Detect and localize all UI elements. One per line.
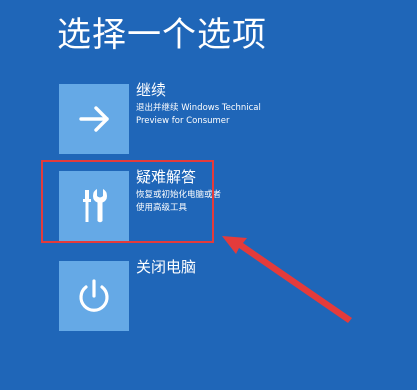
- troubleshoot-tile[interactable]: [59, 171, 129, 241]
- shutdown-option[interactable]: 关闭电脑: [59, 258, 309, 335]
- recovery-screen: 选择一个选项 继续 退出并继续 Windows Technical Previe…: [0, 0, 417, 390]
- tools-icon: [83, 189, 107, 223]
- continue-description: 退出并继续 Windows Technical Preview for Cons…: [136, 103, 261, 126]
- continue-option[interactable]: 继续 退出并继续 Windows Technical Preview for C…: [59, 81, 309, 158]
- troubleshoot-title: 疑难解答: [136, 168, 197, 186]
- arrow-right-icon: [79, 106, 109, 132]
- shutdown-title: 关闭电脑: [136, 258, 197, 276]
- continue-tile[interactable]: [59, 84, 129, 154]
- troubleshoot-description: 恢复或初始化电脑或者使用高级工具: [136, 190, 222, 213]
- shutdown-tile[interactable]: [59, 261, 129, 331]
- troubleshoot-option[interactable]: 疑难解答 恢复或初始化电脑或者使用高级工具: [59, 168, 309, 245]
- power-icon: [79, 279, 109, 312]
- page-title: 选择一个选项: [57, 15, 267, 55]
- continue-title: 继续: [136, 81, 167, 99]
